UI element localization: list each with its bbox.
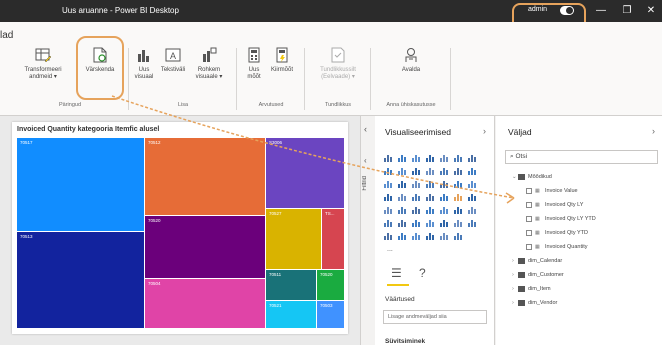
power-bi-window: Uus aruanne - Power BI Desktop admin — ❐… [0,0,662,345]
drag-arrow-annotation [111,95,515,204]
